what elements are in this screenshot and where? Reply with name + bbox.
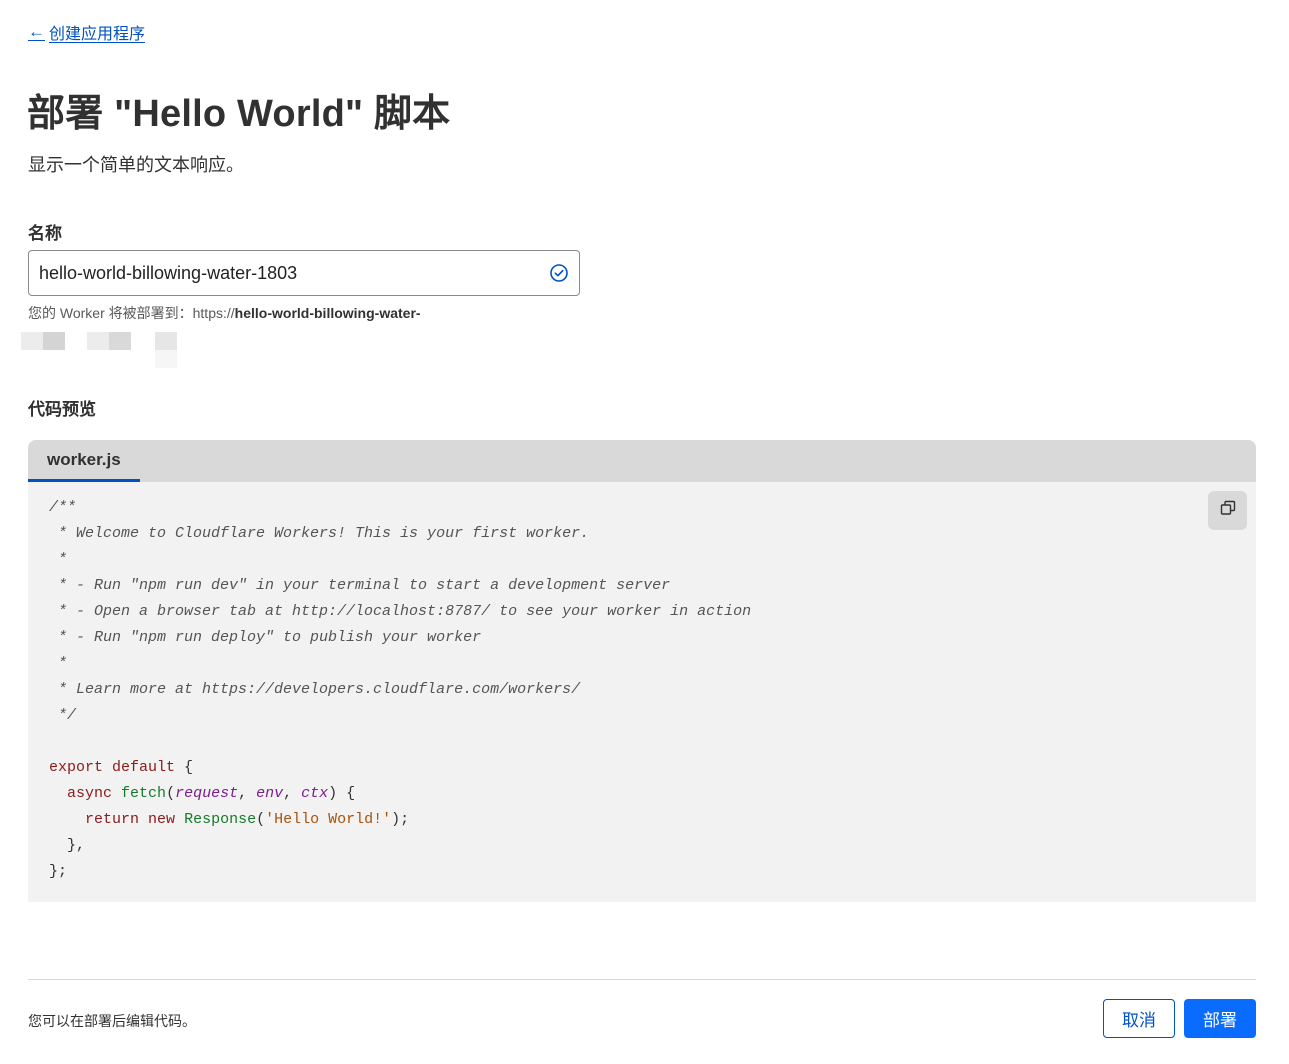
- code-line: * Learn more at https://developers.cloud…: [49, 681, 581, 698]
- code-tab-bar: worker.js: [28, 440, 1256, 482]
- back-link[interactable]: ← 创建应用程序: [28, 20, 145, 44]
- deploy-url-hint: 您的 Worker 将被部署到：https://hello-world-bill…: [28, 303, 421, 323]
- copy-icon: [1219, 499, 1237, 522]
- tab-worker-js[interactable]: worker.js: [28, 440, 140, 482]
- name-field[interactable]: [28, 250, 580, 296]
- code-line: return new Response('Hello World!');: [85, 811, 410, 828]
- code-line: */: [49, 707, 77, 724]
- code-line: };: [49, 863, 68, 880]
- deploy-button[interactable]: 部署: [1184, 999, 1256, 1038]
- code-block: /** * Welcome to Cloudflare Workers! Thi…: [49, 495, 751, 885]
- url-hint-host: hello-world-billowing-water-: [234, 305, 421, 321]
- code-line: * - Run "npm run deploy" to publish your…: [49, 629, 482, 646]
- cancel-button[interactable]: 取消: [1103, 999, 1175, 1038]
- name-input[interactable]: [39, 262, 549, 284]
- code-line: * Welcome to Cloudflare Workers! This is…: [49, 525, 590, 542]
- code-line: /**: [49, 499, 77, 516]
- redacted-region: [87, 332, 131, 368]
- name-label: 名称: [28, 224, 62, 243]
- redacted-region: [155, 332, 177, 368]
- footer-note: 您可以在部署后编辑代码。: [28, 1013, 196, 1029]
- back-link-label: 创建应用程序: [49, 26, 146, 43]
- code-line: *: [49, 655, 68, 672]
- code-line: },: [49, 837, 86, 854]
- code-preview-panel: worker.js /** * Welcome to Cloudflare Wo…: [28, 440, 1256, 902]
- code-line: *: [49, 551, 68, 568]
- footer-divider: [28, 979, 1256, 980]
- code-line: * - Open a browser tab at http://localho…: [49, 603, 752, 620]
- check-circle-icon: [549, 263, 569, 283]
- code-line: export default {: [49, 759, 194, 776]
- redacted-region: [21, 332, 65, 368]
- code-line: * - Run "npm run dev" in your terminal t…: [49, 577, 671, 594]
- page-subtitle: 显示一个简单的文本响应。: [28, 155, 244, 175]
- code-line: async fetch(request, env, ctx) {: [67, 785, 356, 802]
- arrow-left-icon: ←: [28, 22, 45, 41]
- url-hint-prefix: 您的 Worker 将被部署到：https://: [28, 305, 235, 321]
- code-preview-label: 代码预览: [28, 400, 96, 419]
- page-title: 部署 "Hello World" 脚本: [27, 93, 451, 135]
- copy-button[interactable]: [1208, 491, 1247, 530]
